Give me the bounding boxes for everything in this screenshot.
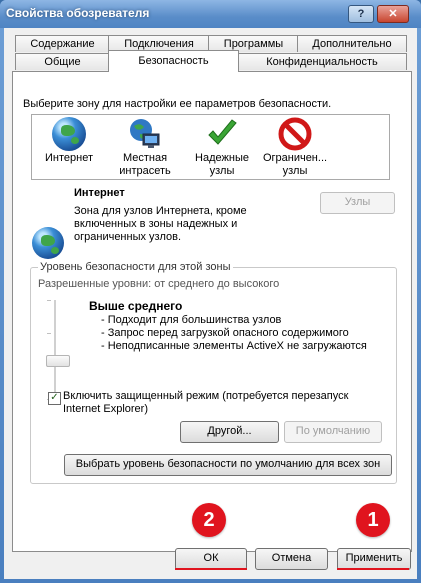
window-title: Свойства обозревателя: [6, 6, 150, 20]
annotation-underline-apply: [337, 568, 409, 570]
tab-security[interactable]: Безопасность: [108, 50, 239, 72]
security-level-name: Выше среднего: [89, 299, 183, 313]
level-item: - Запрос перед загрузкой опасного содерж…: [101, 327, 349, 339]
internet-options-window: Свойства обозревателя ? ✕ Содержание Под…: [0, 0, 421, 583]
level-item: - Неподписанные элементы ActiveX не загр…: [101, 340, 367, 352]
zone-label: Надежные узлы: [195, 152, 249, 177]
zone-instruction: Выберите зону для настройки ее параметро…: [23, 98, 332, 110]
globe-icon: [52, 117, 86, 151]
ok-button[interactable]: ОК: [175, 548, 247, 570]
dialog-client-area: Содержание Подключения Программы Дополни…: [4, 28, 417, 579]
selected-zone-description: Зона для узлов Интернета, кроме включенн…: [74, 205, 247, 243]
tab-privacy[interactable]: Конфиденциальность: [237, 53, 407, 70]
reset-all-zones-button[interactable]: Выбрать уровень безопасности по умолчани…: [64, 454, 392, 476]
restricted-icon: [278, 117, 312, 151]
security-level-slider[interactable]: [41, 300, 69, 400]
tab-content[interactable]: Содержание: [15, 35, 110, 52]
tab-advanced[interactable]: Дополнительно: [297, 35, 407, 52]
slider-thumb[interactable]: [46, 355, 70, 367]
annotation-badge-2: 2: [192, 503, 226, 537]
zone-label: Интернет: [45, 152, 93, 164]
zone-local-intranet[interactable]: Местная интрасеть: [110, 117, 180, 178]
title-bar: Свойства обозревателя ? ✕: [0, 0, 421, 28]
custom-level-button[interactable]: Другой...: [180, 421, 279, 443]
cancel-button[interactable]: Отмена: [255, 548, 328, 570]
allowed-levels-text: Разрешенные уровни: от среднего до высок…: [38, 278, 280, 290]
protected-mode-checkbox[interactable]: ✓: [48, 392, 61, 405]
sites-button[interactable]: Узлы: [320, 192, 395, 214]
default-level-button[interactable]: По умолчанию: [284, 421, 382, 443]
level-item: - Подходит для большинства узлов: [101, 314, 282, 326]
security-level-group-title: Уровень безопасности для этой зоны: [38, 261, 233, 273]
globe-icon: [32, 227, 64, 259]
intranet-icon: [128, 117, 162, 151]
zone-label: Местная интрасеть: [119, 152, 171, 177]
zone-label: Ограничен... узлы: [262, 152, 328, 177]
zone-trusted-sites[interactable]: Надежные узлы: [187, 117, 257, 178]
zone-restricted-sites[interactable]: Ограничен... узлы: [260, 117, 330, 178]
tab-general[interactable]: Общие: [15, 53, 110, 70]
help-button[interactable]: ?: [348, 5, 374, 23]
apply-button[interactable]: Применить: [337, 548, 411, 570]
close-button[interactable]: ✕: [377, 5, 409, 23]
checkmark-icon: [205, 117, 239, 151]
security-level-description: - Подходит для большинства узлов - Запро…: [101, 314, 367, 353]
selected-zone-title: Интернет: [74, 187, 125, 199]
protected-mode-label: Включить защищенный режим (потребуется п…: [63, 390, 349, 415]
annotation-badge-1: 1: [356, 503, 390, 537]
annotation-underline-ok: [175, 568, 247, 570]
zone-internet[interactable]: Интернет: [34, 117, 104, 165]
security-level-group: [30, 267, 397, 484]
zone-list: Интернет Местная интрасеть Надежные узлы…: [31, 114, 390, 180]
